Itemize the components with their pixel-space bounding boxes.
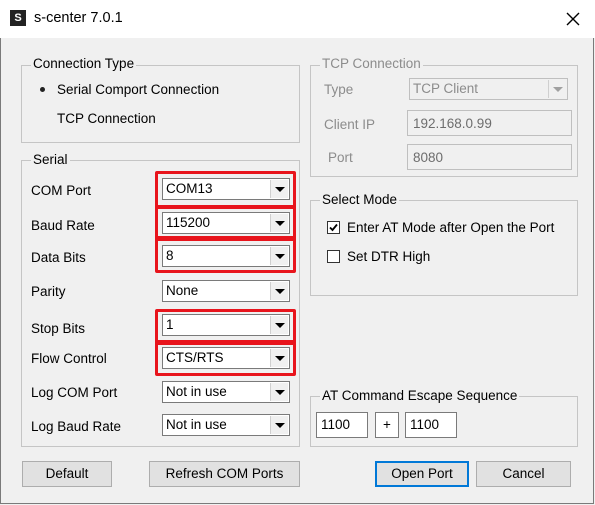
chevron-down-icon[interactable] [270, 282, 288, 300]
chevron-down-icon[interactable] [270, 214, 288, 232]
dtr-high-checkbox[interactable] [327, 250, 340, 263]
escape-first-field[interactable]: 1100 [316, 412, 368, 438]
chevron-down-icon [548, 80, 566, 98]
log-baud-rate-select[interactable]: Not in use [162, 414, 290, 436]
parity-label: Parity [31, 284, 66, 299]
tcp-port-value: 8080 [413, 150, 444, 165]
stop-bits-select[interactable]: 1 [162, 314, 290, 336]
data-bits-label: Data Bits [31, 250, 86, 265]
baud-rate-select[interactable]: 115200 [162, 212, 290, 234]
flow-control-label: Flow Control [31, 351, 107, 366]
tcp-ip-field: 192.168.0.99 [407, 110, 572, 136]
escape-second-value: 1100 [410, 417, 440, 432]
close-icon[interactable] [558, 4, 588, 34]
tcp-port-field: 8080 [407, 144, 572, 170]
connection-type-group [21, 65, 300, 143]
tcp-type-value: TCP Client [413, 81, 479, 96]
baud-rate-label: Baud Rate [31, 218, 95, 233]
chevron-down-icon[interactable] [270, 349, 288, 367]
log-com-port-value: Not in use [166, 384, 227, 399]
parity-value: None [166, 283, 199, 298]
radio-serial-label[interactable]: Serial Comport Connection [57, 82, 219, 97]
tcp-type-label: Type [324, 82, 354, 97]
dtr-high-label[interactable]: Set DTR High [347, 249, 430, 264]
com-port-value: COM13 [166, 181, 213, 196]
radio-serial[interactable] [37, 84, 50, 97]
radio-tcp-label[interactable]: TCP Connection [57, 111, 156, 126]
escape-first-value: 1100 [321, 417, 351, 432]
flow-control-value: CTS/RTS [166, 350, 224, 365]
chevron-down-icon[interactable] [270, 180, 288, 198]
tcp-ip-label: Client IP [324, 117, 376, 132]
escape-sequence-legend: AT Command Escape Sequence [320, 388, 520, 403]
tcp-type-select: TCP Client [409, 78, 568, 100]
log-baud-rate-label: Log Baud Rate [31, 419, 122, 434]
window-title: s-center 7.0.1 [34, 10, 123, 26]
select-mode-group [310, 200, 578, 296]
stop-bits-value: 1 [166, 317, 174, 332]
app-icon: S [10, 10, 26, 26]
chevron-down-icon[interactable] [270, 416, 288, 434]
stop-bits-label: Stop Bits [31, 321, 86, 336]
at-mode-checkbox[interactable] [327, 221, 340, 234]
escape-plus: + [375, 412, 399, 438]
default-button[interactable]: Default [22, 461, 112, 487]
data-bits-select[interactable]: 8 [162, 245, 290, 267]
log-baud-rate-value: Not in use [166, 417, 227, 432]
open-port-button[interactable]: Open Port [375, 461, 469, 487]
log-com-port-select[interactable]: Not in use [162, 381, 290, 403]
escape-plus-text: + [383, 417, 391, 432]
chevron-down-icon[interactable] [270, 316, 288, 334]
escape-second-field[interactable]: 1100 [405, 412, 457, 438]
data-bits-value: 8 [166, 248, 174, 263]
tcp-ip-value: 192.168.0.99 [413, 116, 492, 131]
at-mode-label[interactable]: Enter AT Mode after Open the Port [347, 220, 554, 235]
com-port-select[interactable]: COM13 [162, 178, 290, 200]
radio-tcp[interactable] [37, 113, 50, 126]
parity-select[interactable]: None [162, 280, 290, 302]
tcp-port-label: Port [328, 150, 353, 165]
com-port-label: COM Port [31, 183, 92, 198]
refresh-com-ports-button[interactable]: Refresh COM Ports [149, 461, 300, 487]
select-mode-legend: Select Mode [320, 192, 400, 207]
checkmark-icon [329, 223, 338, 232]
log-com-port-label: Log COM Port [31, 385, 118, 400]
serial-legend: Serial [31, 152, 70, 167]
flow-control-select[interactable]: CTS/RTS [162, 347, 290, 369]
chevron-down-icon[interactable] [270, 247, 288, 265]
tcp-connection-legend: TCP Connection [320, 56, 423, 71]
baud-rate-value: 115200 [166, 215, 211, 230]
chevron-down-icon[interactable] [270, 383, 288, 401]
cancel-button[interactable]: Cancel [476, 461, 571, 487]
connection-type-legend: Connection Type [31, 56, 137, 71]
